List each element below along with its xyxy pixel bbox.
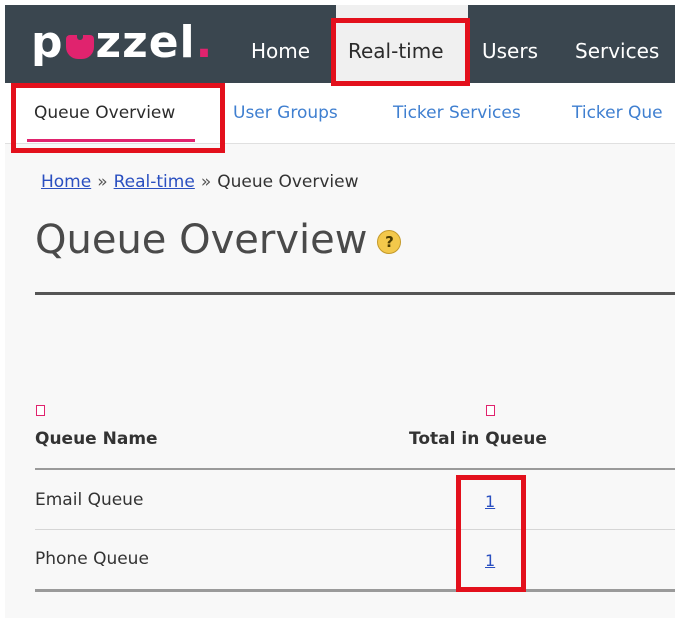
tab-queue-overview[interactable]: Queue Overview xyxy=(34,83,175,143)
table-row-divider xyxy=(35,529,675,530)
tab-ticker-services[interactable]: Ticker Services xyxy=(393,83,521,143)
breadcrumb-home-link[interactable]: Home xyxy=(41,172,91,192)
queue-total-link[interactable]: 1 xyxy=(485,551,495,570)
page-title: Queue Overview xyxy=(35,217,368,263)
title-divider xyxy=(35,292,675,295)
puzzel-logo[interactable]: p zzel. xyxy=(31,19,213,67)
page-title-row: Queue Overview? xyxy=(35,217,402,263)
table-footer-divider xyxy=(35,589,675,592)
table-header-divider xyxy=(35,468,675,470)
nav-real-time[interactable]: Real-time xyxy=(336,5,468,83)
breadcrumb-separator: » xyxy=(200,172,212,192)
breadcrumb-separator: » xyxy=(97,172,108,192)
nav-home[interactable]: Home xyxy=(251,5,310,83)
top-nav-bar: p zzel. Home Real-time Users Services xyxy=(5,5,675,83)
logo-letters: zzel xyxy=(95,17,196,68)
column-header-total-in-queue[interactable]: Total in Queue xyxy=(409,429,547,449)
tab-user-groups[interactable]: User Groups xyxy=(233,83,338,143)
sort-icon-queue-name[interactable] xyxy=(36,405,45,416)
breadcrumb: Home» Real-time» Queue Overview xyxy=(41,172,359,192)
queue-total-link[interactable]: 1 xyxy=(485,492,495,511)
active-tab-indicator xyxy=(27,139,195,142)
sub-nav-bar: Queue Overview User Groups Ticker Servic… xyxy=(5,83,675,144)
logo-dot: . xyxy=(195,17,214,68)
logo-letter-p: p xyxy=(31,17,64,68)
page: p zzel. Home Real-time Users Services Que… xyxy=(5,5,675,618)
breadcrumb-current: Queue Overview xyxy=(217,172,359,192)
nav-users[interactable]: Users xyxy=(482,5,538,83)
help-icon[interactable]: ? xyxy=(377,230,402,254)
column-header-queue-name[interactable]: Queue Name xyxy=(35,429,158,449)
queue-name-cell: Email Queue xyxy=(35,490,144,510)
heart-icon xyxy=(65,32,94,59)
tab-ticker-queues[interactable]: Ticker Que xyxy=(572,83,663,143)
breadcrumb-real-time-link[interactable]: Real-time xyxy=(114,172,195,192)
nav-services[interactable]: Services xyxy=(575,5,659,83)
queue-name-cell: Phone Queue xyxy=(35,549,149,569)
sort-icon-total[interactable] xyxy=(486,405,495,416)
